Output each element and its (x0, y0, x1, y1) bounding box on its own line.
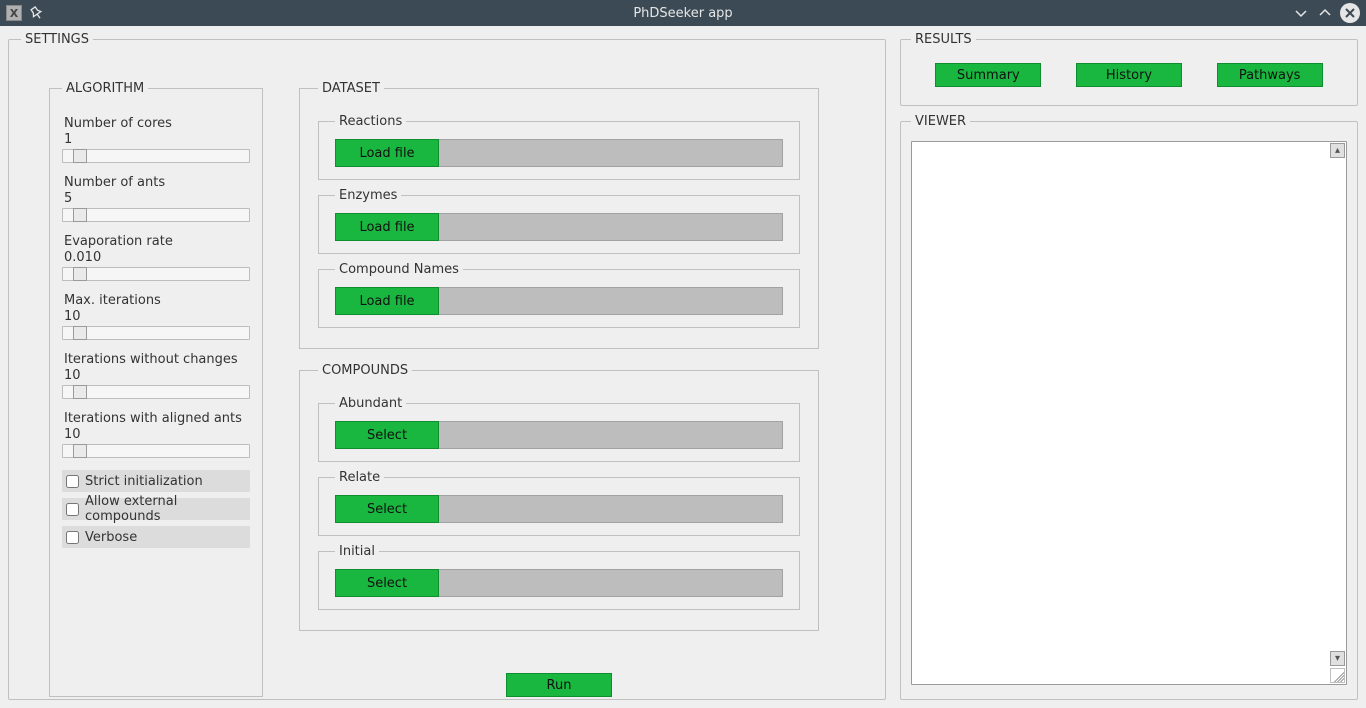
history-button[interactable]: History (1076, 63, 1182, 87)
algo-nochange-label: Iterations without changes (62, 352, 250, 367)
algo-cores-value: 1 (62, 132, 250, 147)
algo-evap: Evaporation rate 0.010 (62, 234, 250, 281)
algo-evap-value: 0.010 (62, 250, 250, 265)
check-verbose[interactable]: Verbose (62, 526, 250, 548)
algo-aligned-value: 10 (62, 427, 250, 442)
dataset-enzymes-legend: Enzymes (335, 188, 401, 203)
algo-ants-label: Number of ants (62, 175, 250, 190)
compounds-group: COMPOUNDS Abundant Select Relate Selec (299, 363, 819, 631)
compounds-legend: COMPOUNDS (318, 363, 412, 378)
check-verbose-label: Verbose (85, 530, 137, 545)
compounds-relate: Relate Select (318, 470, 800, 536)
select-abundant-button[interactable]: Select (335, 421, 439, 449)
enzymes-file-field[interactable] (439, 213, 783, 241)
check-strict[interactable]: Strict initialization (62, 470, 250, 492)
algo-ants-value: 5 (62, 191, 250, 206)
pin-icon[interactable] (30, 6, 44, 20)
algo-maxiter-label: Max. iterations (62, 293, 250, 308)
dataset-reactions-legend: Reactions (335, 114, 406, 129)
compounds-abundant-legend: Abundant (335, 396, 406, 411)
dataset-enzymes: Enzymes Load file (318, 188, 800, 254)
viewer-textarea[interactable]: ▴ ▾ (911, 141, 1347, 685)
check-strict-label: Strict initialization (85, 474, 203, 489)
load-reactions-button[interactable]: Load file (335, 139, 439, 167)
select-relate-button[interactable]: Select (335, 495, 439, 523)
compounds-initial-legend: Initial (335, 544, 379, 559)
dataset-reactions: Reactions Load file (318, 114, 800, 180)
abundant-field[interactable] (439, 421, 783, 449)
algo-ants-slider[interactable] (62, 208, 250, 222)
select-initial-button[interactable]: Select (335, 569, 439, 597)
algo-nochange-value: 10 (62, 368, 250, 383)
load-compound-names-button[interactable]: Load file (335, 287, 439, 315)
algo-nochange: Iterations without changes 10 (62, 352, 250, 399)
settings-group: SETTINGS ALGORITHM Number of cores 1 Num… (8, 32, 886, 700)
run-button[interactable]: Run (506, 673, 612, 697)
pathways-button[interactable]: Pathways (1217, 63, 1323, 87)
dataset-group: DATASET Reactions Load file Enzymes Lo (299, 81, 819, 349)
algorithm-group: ALGORITHM Number of cores 1 Number of an… (49, 81, 263, 697)
scroll-down-icon[interactable]: ▾ (1330, 651, 1345, 666)
scroll-up-icon[interactable]: ▴ (1330, 143, 1345, 158)
compounds-initial: Initial Select (318, 544, 800, 610)
check-external-box[interactable] (66, 503, 79, 516)
maximize-button[interactable] (1316, 4, 1334, 22)
algo-ants: Number of ants 5 (62, 175, 250, 222)
algo-evap-label: Evaporation rate (62, 234, 250, 249)
algo-aligned-label: Iterations with aligned ants (62, 411, 250, 426)
load-enzymes-button[interactable]: Load file (335, 213, 439, 241)
check-strict-box[interactable] (66, 475, 79, 488)
dataset-compound-names: Compound Names Load file (318, 262, 800, 328)
window-title: PhDSeeker app (0, 6, 1366, 21)
settings-legend: SETTINGS (21, 32, 93, 47)
algo-maxiter-value: 10 (62, 309, 250, 324)
algo-nochange-slider[interactable] (62, 385, 250, 399)
algo-aligned: Iterations with aligned ants 10 (62, 411, 250, 458)
summary-button[interactable]: Summary (935, 63, 1041, 87)
titlebar: X PhDSeeker app (0, 0, 1366, 26)
results-legend: RESULTS (911, 32, 976, 47)
dataset-legend: DATASET (318, 81, 384, 96)
check-external[interactable]: Allow external compounds (62, 498, 250, 520)
viewer-legend: VIEWER (911, 114, 970, 129)
initial-field[interactable] (439, 569, 783, 597)
compounds-relate-legend: Relate (335, 470, 384, 485)
check-verbose-box[interactable] (66, 531, 79, 544)
algo-cores-label: Number of cores (62, 116, 250, 131)
compounds-abundant: Abundant Select (318, 396, 800, 462)
algo-cores: Number of cores 1 (62, 116, 250, 163)
algo-maxiter-slider[interactable] (62, 326, 250, 340)
algo-cores-slider[interactable] (62, 149, 250, 163)
algo-maxiter: Max. iterations 10 (62, 293, 250, 340)
dataset-compound-names-legend: Compound Names (335, 262, 463, 277)
resize-grip-icon[interactable] (1330, 668, 1345, 683)
minimize-button[interactable] (1292, 4, 1310, 22)
algorithm-legend: ALGORITHM (62, 81, 148, 96)
reactions-file-field[interactable] (439, 139, 783, 167)
viewer-group: VIEWER ▴ ▾ (900, 114, 1358, 700)
app-icon: X (6, 5, 22, 21)
algo-evap-slider[interactable] (62, 267, 250, 281)
algo-aligned-slider[interactable] (62, 444, 250, 458)
close-button[interactable] (1340, 3, 1360, 23)
check-external-label: Allow external compounds (85, 494, 246, 524)
compound-names-file-field[interactable] (439, 287, 783, 315)
results-group: RESULTS Summary History Pathways (900, 32, 1358, 106)
relate-field[interactable] (439, 495, 783, 523)
